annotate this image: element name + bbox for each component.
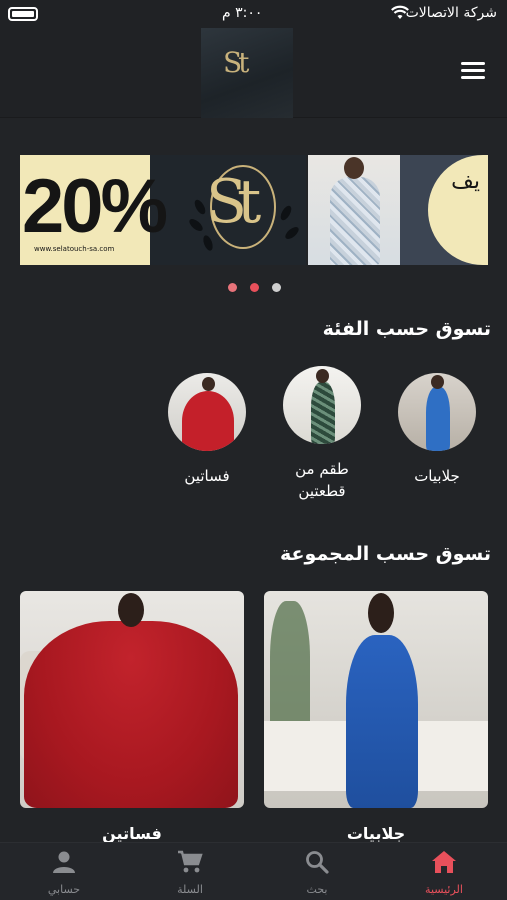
category-jalabiya[interactable]: جلابيات bbox=[392, 373, 482, 487]
cart-icon bbox=[140, 849, 240, 875]
collection-label: فساتين bbox=[102, 824, 162, 843]
category-label: طقم من قطعتين bbox=[295, 460, 349, 500]
banner-slide-discount[interactable]: 20% www.selatouch-sa.com St bbox=[20, 155, 306, 265]
carousel-pagination bbox=[228, 283, 288, 293]
category-image bbox=[283, 366, 361, 444]
red-dress-figure bbox=[182, 391, 234, 451]
nav-home[interactable]: الرئيسية bbox=[394, 849, 494, 896]
collection-card-jalabiya[interactable] bbox=[264, 591, 488, 808]
hamburger-icon-line bbox=[461, 62, 485, 65]
bottom-navigation: الرئيسية بحث السلة حسابي bbox=[0, 842, 507, 900]
nav-label: الرئيسية bbox=[425, 883, 463, 896]
banner-slide-dress[interactable]: يف bbox=[308, 155, 488, 265]
banner-slide-text: يف bbox=[451, 169, 480, 194]
category-two-piece[interactable]: طقم من قطعتين bbox=[277, 366, 367, 502]
category-image bbox=[168, 373, 246, 451]
nav-label: السلة bbox=[177, 883, 203, 896]
model-head bbox=[118, 593, 144, 627]
plant-decor bbox=[270, 601, 310, 741]
pagination-dot[interactable] bbox=[228, 283, 237, 292]
nav-account[interactable]: حسابي bbox=[14, 849, 114, 896]
blue-jalabiya-image bbox=[346, 635, 418, 808]
nav-label: حسابي bbox=[47, 883, 81, 896]
nav-label: بحث bbox=[306, 883, 328, 896]
banner-model-photo bbox=[308, 155, 400, 265]
st-logo-icon: St bbox=[223, 46, 250, 79]
brand-logo[interactable]: St bbox=[201, 28, 293, 118]
discount-text: 20% bbox=[22, 164, 168, 249]
floral-dress-image bbox=[330, 177, 380, 265]
nav-cart[interactable]: السلة bbox=[140, 849, 240, 896]
category-label: جلابيات bbox=[414, 467, 460, 485]
home-icon bbox=[394, 849, 494, 875]
blue-dress-figure bbox=[426, 387, 450, 451]
hamburger-icon-line bbox=[461, 69, 485, 72]
search-icon bbox=[267, 849, 367, 875]
account-icon bbox=[14, 849, 114, 875]
pagination-dot[interactable] bbox=[272, 283, 281, 292]
collection-section-title: تسوق حسب المجموعة bbox=[280, 543, 491, 565]
model-head bbox=[202, 377, 215, 391]
pagination-dot-active[interactable] bbox=[250, 283, 259, 292]
website-url: www.selatouch-sa.com bbox=[34, 245, 115, 253]
category-dresses[interactable]: فساتين bbox=[162, 373, 252, 487]
leaf-icon bbox=[278, 204, 294, 222]
collection-label: جلابيات bbox=[346, 824, 406, 843]
model-head bbox=[316, 369, 329, 383]
red-dress-image bbox=[24, 621, 238, 808]
promo-banner-carousel[interactable]: 20% www.selatouch-sa.com St يف bbox=[20, 155, 488, 265]
leaf-icon bbox=[187, 216, 205, 234]
model-head bbox=[368, 593, 394, 633]
status-time: ٣:٠٠ م bbox=[222, 5, 263, 21]
battery-icon bbox=[8, 7, 38, 21]
category-section-title: تسوق حسب الفئة bbox=[322, 318, 491, 340]
category-image bbox=[398, 373, 476, 451]
hamburger-icon-line bbox=[461, 76, 485, 79]
leaf-icon bbox=[283, 224, 301, 242]
carrier-name: شركة الاتصالات bbox=[405, 5, 497, 21]
model-head bbox=[431, 375, 444, 389]
st-logo-icon: St bbox=[206, 167, 261, 237]
green-set-figure bbox=[311, 382, 335, 444]
app-header: St bbox=[0, 28, 507, 118]
status-bar: ٣:٠٠ م شركة الاتصالات bbox=[0, 0, 507, 28]
model-head bbox=[344, 157, 364, 179]
menu-button[interactable] bbox=[461, 62, 485, 80]
collection-card-dresses[interactable] bbox=[20, 591, 244, 808]
category-label: فساتين bbox=[184, 467, 230, 485]
nav-search[interactable]: بحث bbox=[267, 849, 367, 896]
